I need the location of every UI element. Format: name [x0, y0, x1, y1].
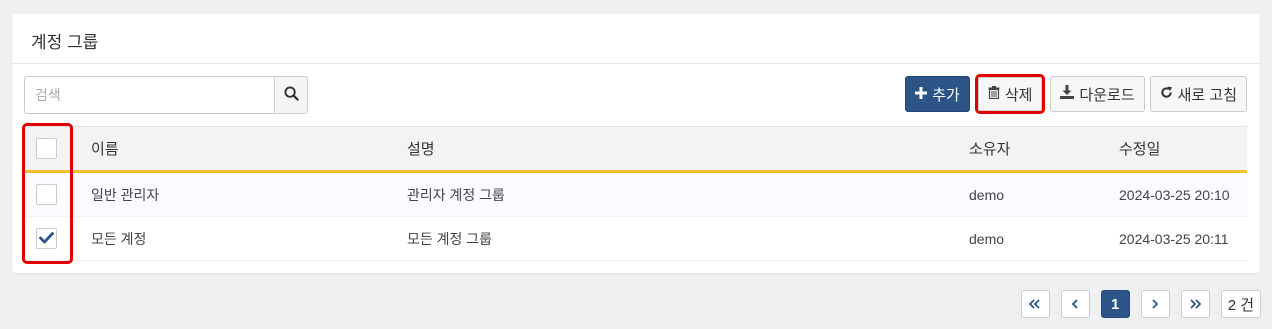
chevron-right-icon [1151, 296, 1159, 313]
last-page-button[interactable] [1180, 290, 1210, 318]
table-header: 이름 설명 소유자 수정일 [24, 126, 1247, 173]
chevron-left-icon [1071, 296, 1079, 313]
delete-button-highlight: 삭제 [974, 74, 1046, 114]
row-name: 모든 계정 [91, 230, 147, 247]
table-row[interactable]: 모든 계정 모든 계정 그룹 demo 2024-03-25 20:11 [24, 217, 1247, 261]
add-button-label: 추가 [932, 86, 960, 104]
row-name: 일반 관리자 [91, 186, 160, 203]
select-all-checkbox[interactable] [36, 138, 57, 159]
row-checkbox[interactable] [36, 228, 57, 249]
row-description: 모든 계정 그룹 [407, 230, 493, 247]
delete-button-label: 삭제 [1004, 86, 1033, 104]
download-button-label: 다운로드 [1079, 86, 1135, 104]
search-icon [283, 86, 299, 104]
header-description[interactable]: 설명 [396, 138, 958, 159]
row-modified: 2024-03-25 20:10 [1119, 186, 1230, 203]
delete-button[interactable]: 삭제 [977, 77, 1043, 111]
header-modified[interactable]: 수정일 [1108, 138, 1247, 159]
trash-icon [988, 85, 1005, 103]
next-page-button[interactable] [1140, 290, 1170, 318]
row-checkbox-cell [24, 228, 80, 249]
header-owner[interactable]: 소유자 [958, 138, 1108, 159]
checkmark-icon [39, 231, 54, 247]
row-owner: demo [969, 230, 1005, 247]
plus-icon [915, 86, 932, 103]
action-buttons: 추가 삭제 다운로드 새로 고침 [905, 74, 1247, 114]
row-checkbox[interactable] [36, 184, 57, 205]
header-name[interactable]: 이름 [80, 138, 396, 159]
prev-page-button[interactable] [1060, 290, 1090, 318]
download-icon [1060, 85, 1079, 103]
account-group-table: 이름 설명 소유자 수정일 일반 관리자 관리자 계정 그룹 demo 2024… [24, 126, 1247, 261]
add-button[interactable]: 추가 [905, 76, 970, 112]
pagination: 1 2 건 [1020, 290, 1261, 318]
panel-title: 계정 그룹 [12, 14, 1260, 64]
row-description: 관리자 계정 그룹 [407, 186, 505, 203]
header-checkbox-cell [24, 138, 80, 159]
row-checkbox-cell [24, 184, 80, 205]
double-chevron-right-icon [1189, 296, 1202, 313]
search-button[interactable] [274, 76, 308, 114]
refresh-button-label: 새로 고침 [1177, 86, 1237, 104]
row-owner: demo [969, 186, 1005, 203]
search-input[interactable] [24, 76, 274, 114]
double-chevron-left-icon [1028, 296, 1041, 313]
table-row[interactable]: 일반 관리자 관리자 계정 그룹 demo 2024-03-25 20:10 [24, 173, 1247, 217]
refresh-icon [1160, 85, 1178, 103]
page-button-current[interactable]: 1 [1100, 290, 1130, 318]
search-group [24, 76, 308, 114]
refresh-button[interactable]: 새로 고침 [1149, 76, 1247, 112]
row-modified: 2024-03-25 20:11 [1119, 230, 1229, 247]
download-button[interactable]: 다운로드 [1050, 76, 1145, 112]
total-count: 2 건 [1220, 290, 1261, 318]
first-page-button[interactable] [1020, 290, 1050, 318]
